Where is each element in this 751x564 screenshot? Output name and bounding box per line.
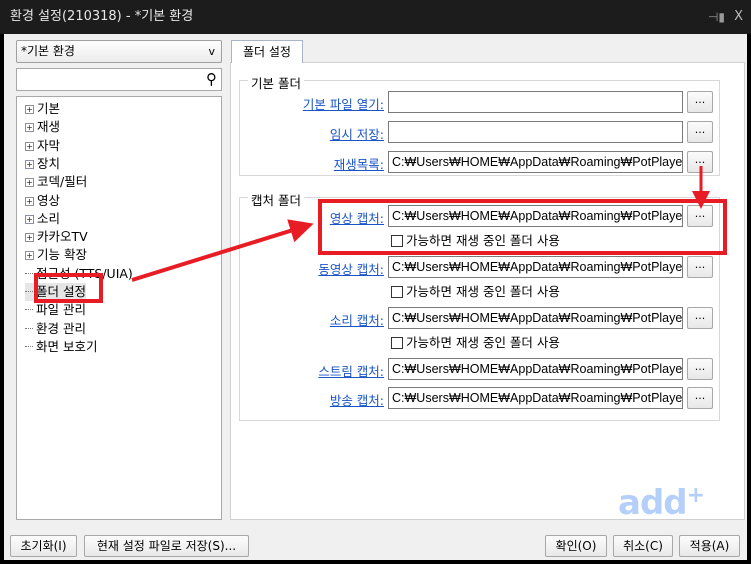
tab-folder-settings[interactable]: 폴더 설정 bbox=[231, 40, 303, 63]
annotation-arrows bbox=[131, 166, 710, 282]
arrow-to-video-capture bbox=[131, 219, 314, 282]
